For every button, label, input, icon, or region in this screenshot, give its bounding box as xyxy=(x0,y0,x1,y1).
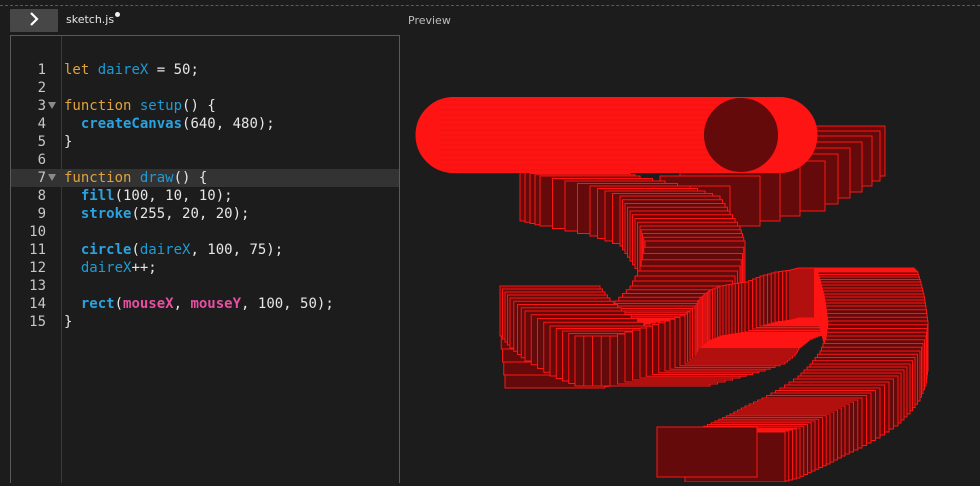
code-text: function setup() { xyxy=(64,97,216,115)
chevron-right-icon xyxy=(28,11,40,30)
code-token: ( xyxy=(131,242,140,258)
code-line[interactable]: 6 xyxy=(11,151,399,169)
code-line[interactable]: 2 xyxy=(11,79,399,97)
code-line[interactable]: 5} xyxy=(11,133,399,151)
code-text: daireX++; xyxy=(64,259,157,277)
code-text: stroke(255, 20, 20); xyxy=(64,205,250,223)
code-line[interactable]: 10 xyxy=(11,223,399,241)
code-token: rect xyxy=(80,296,115,312)
code-token: ++; xyxy=(131,260,157,276)
code-token: draw xyxy=(139,170,174,186)
code-token: function xyxy=(64,98,132,114)
code-text: } xyxy=(64,133,72,151)
line-number: 7 xyxy=(37,170,46,186)
line-number: 11 xyxy=(29,242,46,258)
line-number: 9 xyxy=(37,206,46,222)
line-number: 12 xyxy=(29,260,46,276)
code-editor[interactable]: 1 let daireX = 50; 2 3 function setup() {4 c… xyxy=(10,35,400,483)
code-token: let xyxy=(64,62,90,78)
code-text: fill(100, 10, 10); xyxy=(64,187,233,205)
code-token: , 100, 75); xyxy=(190,242,284,258)
code-line[interactable]: 13 xyxy=(11,277,399,295)
code-token: createCanvas xyxy=(80,116,183,132)
code-token: } xyxy=(64,314,73,330)
code-token: () { xyxy=(182,98,216,114)
code-line[interactable]: 14 rect(mouseX, mouseY, 100, 50); xyxy=(11,295,399,313)
code-token: , xyxy=(173,296,191,312)
line-number: 8 xyxy=(37,188,46,204)
file-tab[interactable]: sketch.js xyxy=(66,12,121,26)
code-token: stroke xyxy=(80,206,132,222)
file-name: sketch.js xyxy=(66,13,115,26)
line-number: 13 xyxy=(29,278,46,294)
code-token: daireX xyxy=(97,62,149,78)
code-text: circle(daireX, 100, 75); xyxy=(64,241,283,259)
line-number: 15 xyxy=(29,314,46,330)
code-token: mouseX xyxy=(123,296,174,312)
unsaved-indicator xyxy=(115,12,121,17)
line-number: 2 xyxy=(37,80,46,96)
run-button[interactable] xyxy=(10,9,58,32)
preview-label: Preview xyxy=(408,14,451,27)
code-token: = 50; xyxy=(148,62,199,78)
fold-arrow-icon[interactable] xyxy=(48,102,56,109)
code-line[interactable]: 4 createCanvas(640, 480); xyxy=(11,115,399,133)
code-line[interactable]: 1 let daireX = 50; xyxy=(11,61,399,79)
code-token: (640, 480); xyxy=(182,116,275,132)
code-text: rect(mouseX, mouseY, 100, 50); xyxy=(64,295,334,313)
code-text: let daireX = 50; xyxy=(64,61,199,79)
code-line[interactable]: 15} xyxy=(11,313,399,331)
line-number: 10 xyxy=(29,224,46,240)
code-line[interactable]: 8 fill(100, 10, 10); xyxy=(11,187,399,205)
code-token: (100, 10, 10); xyxy=(114,188,233,204)
code-line[interactable]: 9 stroke(255, 20, 20); xyxy=(11,205,399,223)
code-line[interactable]: 11 circle(daireX, 100, 75); xyxy=(11,241,399,259)
code-text: createCanvas(640, 480); xyxy=(64,115,275,133)
current-circle xyxy=(703,97,779,173)
code-token: daireX xyxy=(139,242,191,258)
code-token: , 100, 50); xyxy=(241,296,334,312)
current-rect xyxy=(656,426,758,478)
line-number: 3 xyxy=(37,98,46,114)
code-token: daireX xyxy=(80,260,132,276)
line-number: 5 xyxy=(37,134,46,150)
code-token: fill xyxy=(80,188,115,204)
top-divider xyxy=(0,5,980,6)
fold-arrow-icon[interactable] xyxy=(48,174,56,181)
code-line[interactable]: 7 function draw() { xyxy=(11,169,399,187)
code-token: (255, 20, 20); xyxy=(131,206,250,222)
sketch-canvas[interactable] xyxy=(400,36,980,483)
code-line[interactable]: 3 function setup() { xyxy=(11,97,399,115)
line-number: 14 xyxy=(29,296,46,312)
code-token: setup xyxy=(139,98,183,114)
code-token: circle xyxy=(80,242,132,258)
line-number: 4 xyxy=(37,116,46,132)
line-number: 1 xyxy=(37,62,46,78)
code-line[interactable]: 12 daireX++; xyxy=(11,259,399,277)
code-token: ( xyxy=(114,296,124,312)
line-number: 6 xyxy=(37,152,46,168)
code-text: } xyxy=(64,313,72,331)
code-token: mouseY xyxy=(190,296,242,312)
code-token: () { xyxy=(173,170,208,186)
code-token: function xyxy=(64,170,132,186)
code-token: } xyxy=(64,134,73,150)
code-text: function draw() { xyxy=(64,169,207,187)
